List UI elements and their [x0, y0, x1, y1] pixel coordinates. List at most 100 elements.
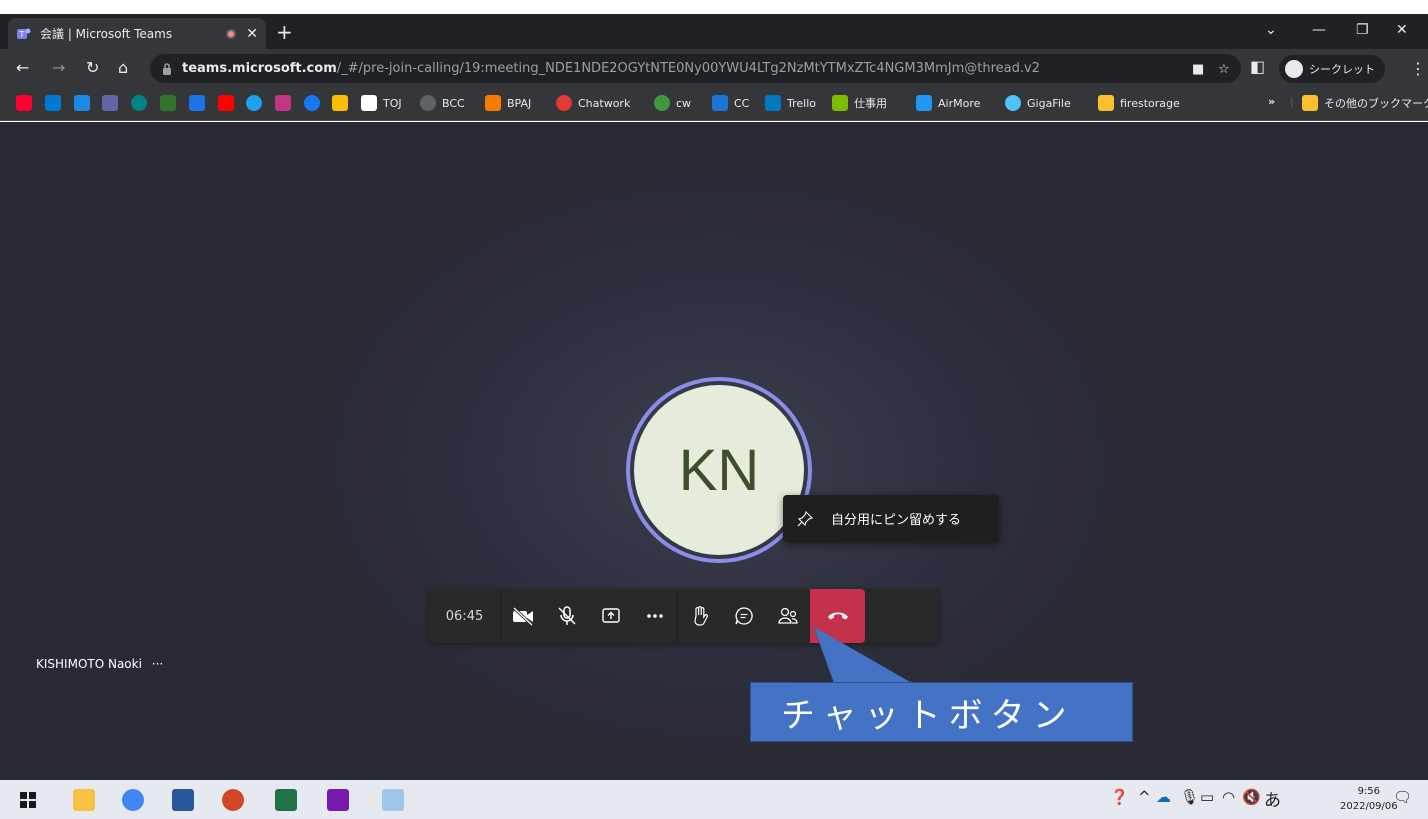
- url-path: /_#/pre-join-calling/19:meeting_NDE1NDE2…: [336, 61, 1040, 76]
- close-window-icon[interactable]: ✕: [1396, 22, 1408, 38]
- clock-date: 2022/09/06: [1340, 801, 1398, 812]
- notifications-icon[interactable]: 🗨: [1393, 788, 1412, 806]
- cw-icon: [654, 95, 670, 111]
- lock-icon: [163, 62, 171, 75]
- new-tab-icon[interactable]: +: [276, 22, 293, 42]
- chat-icon: [735, 607, 753, 625]
- tab-search-icon[interactable]: ⌄: [1265, 22, 1277, 38]
- help-icon[interactable]: ❓: [1110, 788, 1129, 806]
- incognito-badge[interactable]: シークレット: [1279, 55, 1385, 83]
- minimize-icon[interactable]: —: [1312, 22, 1326, 38]
- bookmark-teams-icon[interactable]: [102, 95, 124, 111]
- mic-toggle-button[interactable]: [545, 589, 589, 643]
- back-icon[interactable]: ←: [16, 59, 29, 77]
- battery-icon[interactable]: ▭: [1200, 788, 1214, 806]
- bookmark-airmore[interactable]: AirMore: [916, 95, 980, 111]
- tab-title: 会議 | Microsoft Teams: [40, 27, 173, 41]
- excel-icon[interactable]: [275, 789, 297, 811]
- more-icon: [647, 614, 663, 618]
- tab-teams[interactable]: T 会議 | Microsoft Teams ✕: [8, 18, 266, 49]
- raise-hand-icon: [694, 606, 709, 626]
- windows-grid-icon: [832, 95, 848, 111]
- top-strip: [0, 0, 1428, 14]
- raise-hand-button[interactable]: [678, 589, 722, 643]
- snipping-tool-icon[interactable]: [382, 789, 404, 811]
- bookmark-calendar-icon[interactable]: [189, 95, 211, 111]
- avatar: KN: [634, 385, 804, 555]
- folder-icon: [1302, 95, 1318, 111]
- bookmark-outlook-icon[interactable]: [45, 95, 67, 111]
- windows-start-icon[interactable]: [20, 792, 36, 808]
- chatwork-icon: [556, 95, 572, 111]
- more-actions-button[interactable]: [633, 589, 677, 643]
- participants-button[interactable]: [766, 589, 810, 643]
- menu-icon[interactable]: ⋮: [1410, 59, 1426, 78]
- bookmark-trello[interactable]: Trello: [765, 95, 816, 111]
- wifi-icon[interactable]: ◠: [1222, 788, 1235, 806]
- annotation-callout: チャットボタン: [750, 682, 1133, 742]
- bookmark-planner-icon[interactable]: [160, 95, 182, 111]
- address-bar[interactable]: teams.microsoft.com/_#/pre-join-calling/…: [150, 54, 1241, 83]
- bookmark-gigafile[interactable]: GigaFile: [1005, 95, 1071, 111]
- callout-pointer: [813, 626, 912, 683]
- reload-icon[interactable]: ↻: [86, 59, 99, 77]
- participant-more-icon[interactable]: ···: [152, 657, 163, 671]
- bookmark-yahoo-icon[interactable]: [16, 95, 38, 111]
- bookmark-notes-icon[interactable]: [332, 95, 354, 111]
- participant-name: KISHIMOTO Naoki: [36, 657, 142, 671]
- incognito-label: シークレット: [1309, 63, 1375, 76]
- microphone-icon[interactable]: 🎙: [1180, 788, 1199, 806]
- meeting-stage: KN 自分用にピン留めする 06:45 KISHIMOTO Naoki ··· …: [0, 122, 1428, 780]
- trello-icon: [765, 95, 781, 111]
- bookmarks-overflow[interactable]: »: [1268, 95, 1275, 108]
- url-host: teams.microsoft.com: [182, 61, 337, 76]
- ime-indicator[interactable]: あ: [1264, 786, 1281, 811]
- bookmark-toj[interactable]: TOJ: [361, 95, 402, 111]
- share-screen-button[interactable]: [589, 589, 633, 643]
- bookmark-facebook-icon[interactable]: [304, 95, 326, 111]
- tab-close-icon[interactable]: ✕: [246, 26, 258, 42]
- bookmark-youtube-icon[interactable]: [218, 95, 240, 111]
- camera-icon[interactable]: ■: [1192, 62, 1204, 77]
- forward-icon[interactable]: →: [52, 59, 65, 77]
- bookmark-bcc[interactable]: BCC: [420, 95, 465, 111]
- onedrive-icon[interactable]: ☁: [1156, 788, 1171, 806]
- file-explorer-icon[interactable]: [73, 789, 95, 811]
- restore-icon[interactable]: ❐: [1356, 22, 1369, 38]
- browser-toolbar: ← → ↻ ⌂ teams.microsoft.com/_#/pre-join-…: [0, 49, 1428, 89]
- bookmark-instagram-icon[interactable]: [275, 95, 297, 111]
- pin-for-me-menu-item[interactable]: 自分用にピン留めする: [783, 495, 999, 542]
- globe-icon: [420, 95, 436, 111]
- bookmark-cc[interactable]: CC: [712, 95, 749, 111]
- chrome-icon[interactable]: [122, 789, 144, 811]
- bookmark-sharepoint-icon[interactable]: [131, 95, 153, 111]
- bookmark-app-icon[interactable]: [74, 95, 96, 111]
- url-text: teams.microsoft.com/_#/pre-join-calling/…: [182, 61, 1040, 76]
- pin-menu-label: 自分用にピン留めする: [831, 513, 962, 528]
- bookmark-work[interactable]: 仕事用: [832, 95, 887, 111]
- mic-off-icon: [558, 606, 576, 625]
- show-hidden-icons-icon[interactable]: ^: [1138, 788, 1151, 806]
- volume-muted-icon[interactable]: 🔇: [1242, 788, 1261, 806]
- clock[interactable]: 9:56 2022/09/06: [1340, 784, 1398, 814]
- powerpoint-icon[interactable]: [222, 789, 244, 811]
- camera-toggle-button[interactable]: [501, 589, 545, 643]
- bookmark-twitter-icon[interactable]: [246, 95, 268, 111]
- onenote-icon[interactable]: [327, 789, 349, 811]
- bookmark-cw[interactable]: cw: [654, 95, 691, 111]
- call-timer: 06:45: [429, 589, 501, 643]
- bookmark-firestorage[interactable]: firestorage: [1098, 95, 1180, 111]
- star-icon[interactable]: ☆: [1218, 62, 1230, 77]
- bpaj-icon: [485, 95, 501, 111]
- chat-button[interactable]: [722, 589, 766, 643]
- bookmark-other-folder[interactable]: その他のブックマーク: [1302, 95, 1428, 111]
- svg-text:T: T: [19, 30, 25, 39]
- bookmark-bpaj[interactable]: BPAJ: [485, 95, 531, 111]
- home-icon[interactable]: ⌂: [118, 59, 128, 77]
- sidepanel-icon[interactable]: ◧: [1250, 58, 1265, 76]
- bookmarks-bar: TOJ BCC BPAJ Chatwork cw CC Trello 仕事用 A…: [0, 89, 1428, 121]
- teams-favicon-icon: T: [17, 28, 31, 39]
- word-icon[interactable]: [172, 789, 194, 811]
- bookmark-chatwork[interactable]: Chatwork: [556, 95, 630, 111]
- cc-icon: [712, 95, 728, 111]
